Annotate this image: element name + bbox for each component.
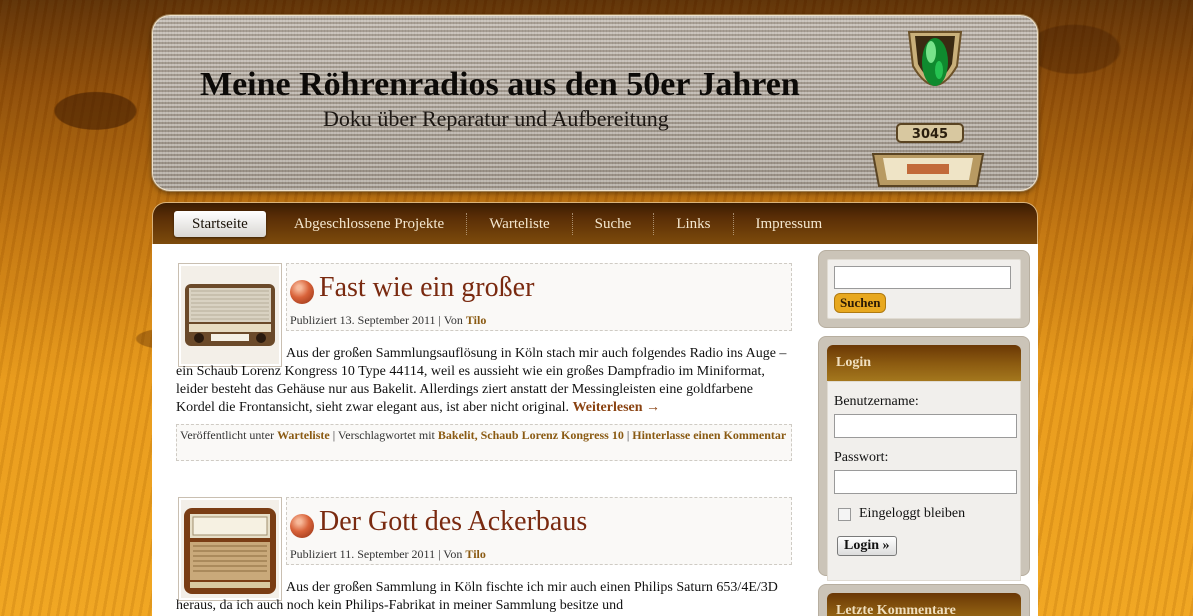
by-label: | Von [438,547,463,561]
search-widget: Suchen [818,250,1030,328]
separator: | [626,428,630,442]
login-widget-title: Login [827,345,1021,381]
recent-comments-widget: Letzte Kommentare [818,584,1030,616]
nav-item-warteliste[interactable]: Warteliste [466,212,571,235]
login-button[interactable]: Login » [837,536,897,556]
excerpt-text: Aus der großen Sammlungsauflösung in Köl… [176,346,787,415]
radio-dial-icon: 3045 [871,123,985,187]
nav-item-impressum[interactable]: Impressum [732,212,845,235]
published-label: Publiziert [290,313,337,327]
post-author[interactable]: Tilo [466,313,486,327]
tagged-label: | Verschlagwortet mit [332,428,435,442]
site-header: Meine Röhrenradios aus den 50er Jahren D… [152,15,1038,191]
post-author[interactable]: Tilo [465,547,485,561]
comment-link[interactable]: Hinterlasse einen Kommentar [632,428,786,442]
read-more-link[interactable]: Weiterlesen → [573,400,660,415]
search-input[interactable] [834,266,1011,289]
nav-item-links[interactable]: Links [653,212,732,235]
site-description: Doku über Reparatur und Aufbereitung [323,106,669,131]
post-title[interactable]: Der Gott des Ackerbaus [319,506,587,538]
password-label: Passwort: [834,450,889,465]
nav-item-startseite[interactable]: Startseite [174,210,266,237]
dial-number: 3045 [912,127,948,142]
nav-item-abgeschlossene-projekte[interactable]: Abgeschlossene Projekte [272,213,466,235]
password-field[interactable] [834,470,1017,494]
post-excerpt: Aus der großen Sammlung in Köln fischte … [176,579,792,615]
post-footer: Veröffentlicht unter Warteliste | Versch… [176,424,792,461]
main-navigation: Startseite Abgeschlossene Projekte Warte… [152,202,1038,244]
post-bullet-icon [290,280,314,304]
post-date[interactable]: 13. September 2011 [340,313,436,327]
published-label: Publiziert [290,547,337,561]
nav-item-suche[interactable]: Suche [571,212,654,235]
remember-label[interactable]: Eingeloggt bleiben [859,506,965,522]
post-meta: Publiziert 13. September 2011 | Von Tilo [290,313,486,328]
page-wrapper: Meine Röhrenradios aus den 50er Jahren D… [152,15,1038,616]
excerpt-text: Aus der großen Sammlung in Köln fischte … [176,580,778,613]
search-button[interactable]: Suchen [834,293,887,313]
post-excerpt: Aus der großen Sammlungsauflösung in Köl… [176,345,792,417]
post-meta: Publiziert 11. September 2011 | Von Tilo [290,547,486,562]
post-article: Der Gott des Ackerbaus Publiziert 11. Se… [176,497,793,616]
category-link[interactable]: Warteliste [277,428,330,442]
site-title[interactable]: Meine Röhrenradios aus den 50er Jahren [200,66,800,104]
remember-checkbox[interactable] [838,507,851,521]
posted-in-label: Veröffentlicht unter [180,428,275,442]
post-header: Fast wie ein großer Publiziert 13. Septe… [286,263,792,331]
post-date[interactable]: 11. September 2011 [340,547,435,561]
by-label: | Von [438,313,463,327]
content-area: Fast wie ein großer Publiziert 13. Septe… [152,244,1038,616]
magic-eye-tube-icon [907,31,963,86]
recent-comments-title: Letzte Kommentare [827,593,1021,616]
post-bullet-icon [290,514,314,538]
post-title[interactable]: Fast wie ein großer [319,272,534,304]
post-header: Der Gott des Ackerbaus Publiziert 11. Se… [286,497,792,565]
username-field[interactable] [834,414,1017,438]
login-widget: Login Benutzername: Passwort: Eingeloggt… [818,336,1030,581]
tags-links[interactable]: Bakelit, Schaub Lorenz Kongress 10 [438,428,624,442]
remember-row: Eingeloggt bleiben [838,506,1020,522]
username-label: Benutzername: [834,394,919,409]
post-article: Fast wie ein großer Publiziert 13. Septe… [176,263,793,463]
